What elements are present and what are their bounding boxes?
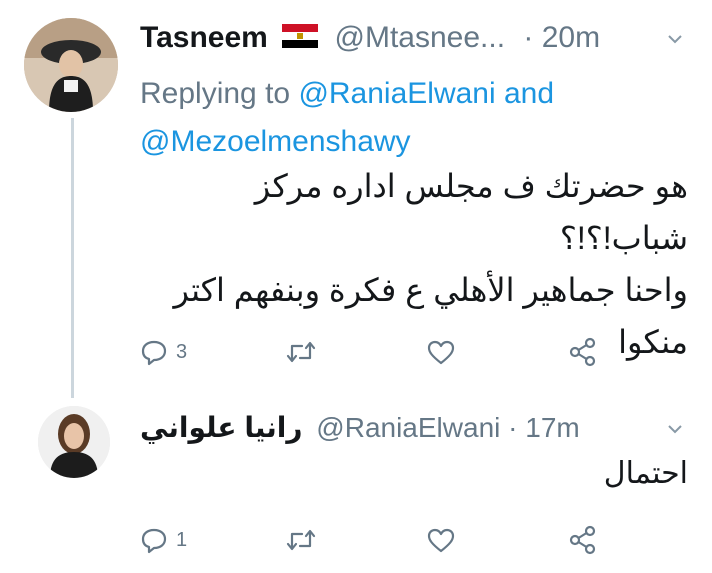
avatar-rania-image xyxy=(38,406,110,478)
share-icon xyxy=(569,525,596,555)
tweet-tasneem[interactable]: Tasneem @Mtasnee... · 20m Replying to @R… xyxy=(0,0,712,398)
tweet1-time[interactable]: 20m xyxy=(542,21,600,54)
chevron-down-icon[interactable] xyxy=(666,420,684,438)
tweet2-header: رانيا علواني @RaniaElwani · 17m xyxy=(140,410,580,446)
avatar-tasneem-image xyxy=(24,18,118,112)
thread-line xyxy=(71,118,74,398)
tweet2-share-button[interactable] xyxy=(568,520,598,560)
replying-to-label: Replying to xyxy=(140,77,291,110)
heart-icon xyxy=(427,340,455,365)
tweet1-header: Tasneem @Mtasnee... · 20m xyxy=(140,20,600,56)
reply-icon xyxy=(141,528,167,554)
reply-user-link-1[interactable]: @RaniaElwani xyxy=(298,77,495,110)
tweet1-text-line1: هو حضرتك ف مجلس اداره مركز شباب!؟!؟ xyxy=(254,168,688,256)
tweet1-actions: 3 xyxy=(140,332,620,372)
egypt-flag-icon xyxy=(282,24,319,49)
tweet2-author-name[interactable]: رانيا علواني xyxy=(140,412,303,443)
tweet1-handle[interactable]: @Mtasnee... xyxy=(335,21,506,54)
tweet1-separator: · xyxy=(523,21,534,54)
reply-user-link-2[interactable]: @Mezoelmenshawy xyxy=(140,125,411,158)
reply-and-label: and xyxy=(504,77,555,110)
heart-icon xyxy=(427,528,455,553)
replying-to: Replying to @RaniaElwani and @Mezoelmens… xyxy=(140,70,660,166)
share-icon xyxy=(569,337,596,367)
reply-icon xyxy=(141,340,167,366)
tweet2-text: احتمال xyxy=(603,457,688,490)
tweet2-handle[interactable]: @RaniaElwani xyxy=(316,412,500,443)
tweet1-text-line2: واحنا جماهير الأهلي ع فكرة وبنفهم اكتر xyxy=(173,272,688,308)
tweet2-reply-count: 1 xyxy=(176,528,188,551)
avatar-rania[interactable] xyxy=(38,406,110,478)
tweet1-author-name[interactable]: Tasneem xyxy=(140,21,268,54)
tweet1-retweet-button[interactable] xyxy=(286,332,324,372)
tweet2-time[interactable]: 17m xyxy=(525,412,579,443)
tweet2-reply-button[interactable]: 1 xyxy=(140,520,187,560)
retweet-icon xyxy=(286,341,316,363)
avatar-tasneem[interactable] xyxy=(24,18,118,112)
chevron-down-icon[interactable] xyxy=(666,30,684,48)
tweet1-share-button[interactable] xyxy=(568,332,598,372)
tweet-rania[interactable]: رانيا علواني @RaniaElwani · 17m احتمال 1 xyxy=(0,392,712,573)
tweet2-separator: · xyxy=(508,412,518,443)
tweet1-reply-button[interactable]: 3 xyxy=(140,332,187,372)
tweet1-like-button[interactable] xyxy=(426,332,464,372)
tweet2-like-button[interactable] xyxy=(426,520,464,560)
tweet1-reply-count: 3 xyxy=(176,340,188,363)
retweet-icon xyxy=(286,529,316,551)
tweet2-actions: 1 xyxy=(140,520,620,560)
tweet2-retweet-button[interactable] xyxy=(286,520,324,560)
